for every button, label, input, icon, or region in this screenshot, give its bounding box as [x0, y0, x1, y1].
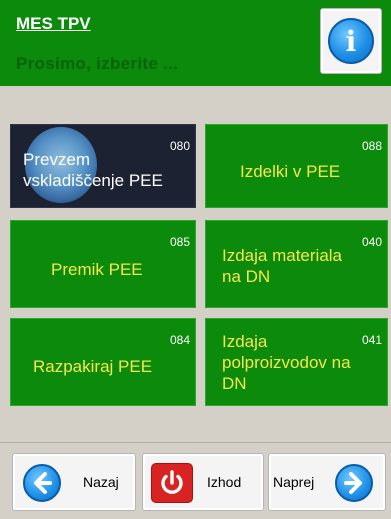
tile-label: Izdaja materiala na DN: [222, 245, 342, 287]
header-bar: MES TPV Prosimo, izberite ... i: [0, 0, 391, 86]
tile-premik-pee[interactable]: 085 Premik PEE: [10, 220, 196, 308]
tile-code: 080: [169, 139, 190, 153]
page-subtitle: Prosimo, izberite ...: [16, 54, 179, 73]
tile-label: Razpakiraj PEE: [33, 357, 153, 376]
next-button-label: Naprej: [273, 474, 315, 490]
tile-label: Izdelki v PEE: [240, 162, 341, 181]
info-button[interactable]: i: [320, 8, 382, 74]
tile-label-line: polproizvodov na: [222, 353, 351, 372]
exit-button[interactable]: Izhod: [142, 453, 264, 511]
tile-izdelki-v-pee[interactable]: 088 Izdelki v PEE: [205, 124, 388, 208]
tile-label: Izdaja polproizvodov na DN: [222, 331, 351, 394]
tile-label-line: Prevzem: [23, 150, 91, 169]
tile-code: 085: [169, 235, 190, 249]
bottom-toolbar: Nazaj Izhod Naprej: [0, 442, 391, 519]
info-icon: i: [328, 18, 374, 64]
tile-label-line: Izdaja materiala: [222, 246, 343, 265]
app-title: MES TPV: [16, 14, 91, 33]
tile-label-line: na DN: [222, 267, 271, 286]
tile-prevzem-v-skladiscenje-pee[interactable]: 080 Prevzem vskladiščenje PEE: [10, 124, 196, 208]
tile-label-line: DN: [222, 374, 247, 393]
exit-button-label: Izhod: [207, 474, 242, 490]
tile-code: 088: [361, 139, 382, 153]
tile-label-line: vskladiščenje PEE: [23, 171, 163, 190]
tile-label-line: Izdaja: [222, 332, 268, 351]
separator-band: [0, 86, 391, 116]
tile-label: Premik PEE: [51, 260, 143, 279]
tile-code: 040: [361, 235, 382, 249]
next-button[interactable]: Naprej: [268, 453, 386, 511]
arrow-left-icon: [23, 464, 61, 502]
tile-izdaja-materiala-na-dn[interactable]: 040 Izdaja materiala na DN: [205, 220, 388, 308]
tile-code: 041: [361, 333, 382, 347]
tile-izdaja-polproizvodov-na-dn[interactable]: 041 Izdaja polproizvodov na DN: [205, 318, 388, 406]
tile-razpakiraj-pee[interactable]: 084 Razpakiraj PEE: [10, 318, 196, 406]
back-button[interactable]: Nazaj: [12, 453, 136, 511]
arrow-right-icon: [335, 464, 373, 502]
back-button-label: Nazaj: [83, 474, 119, 490]
tile-label: Prevzem vskladiščenje PEE: [23, 149, 163, 191]
tile-code: 084: [169, 333, 190, 347]
power-icon: [151, 463, 193, 503]
